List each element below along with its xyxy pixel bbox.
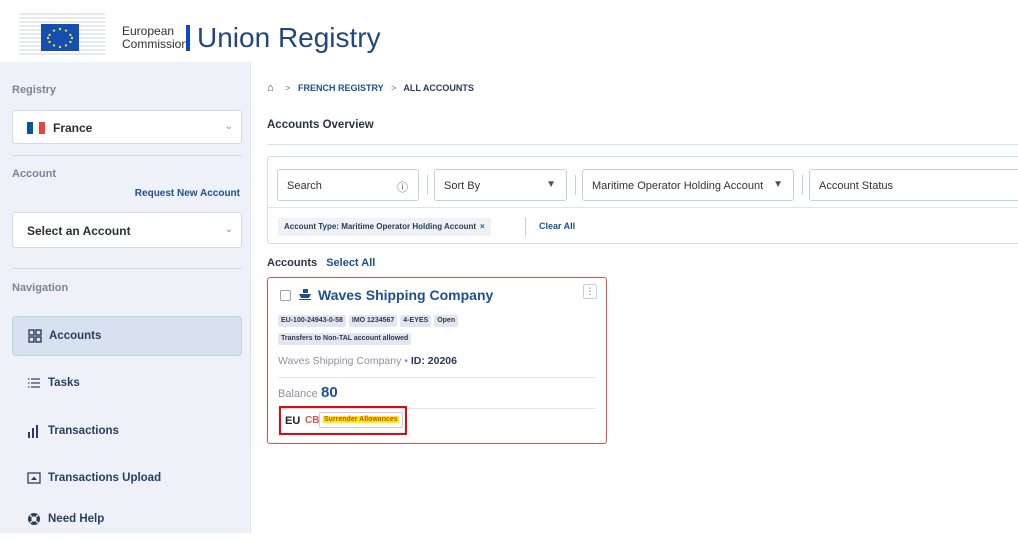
bar-chart-icon [27,424,41,438]
badge-account-number: EU-100-24943-0-58 [278,315,346,327]
account-status-label: Account Status [819,180,893,192]
caret-down-icon: ▼ [546,179,556,190]
main-content: ⌂ > FRENCH REGISTRY > ALL ACCOUNTS Accou… [251,62,1018,533]
surrender-allowances-tag: Surrender Allowances [319,412,403,428]
surrender-allowances-label: Surrender Allowances [323,416,399,423]
filter-chip-label: Account Type: Maritime Operator Holding … [284,222,477,231]
divider [427,175,428,195]
badge-transfers: Transfers to Non-TAL account allowed [278,333,412,345]
divider [268,207,1018,208]
account-label: Account [12,168,56,180]
nav-item-need-help[interactable]: Need Help [12,500,242,540]
accounts-header: Accounts Select All [267,257,375,269]
nav-label: Accounts [49,330,102,342]
account-holder: Waves Shipping Company [278,355,402,367]
filter-chip-account-type: Account Type: Maritime Operator Holding … [278,218,491,236]
filter-panel: Search ⓘ Sort By ▼ Maritime Operator Hol… [267,156,1018,244]
account-type-value: Maritime Operator Holding Account [592,180,764,192]
info-icon[interactable]: ⓘ [397,179,408,195]
list-icon [27,376,41,390]
account-id: ID: 20206 [410,355,457,367]
breadcrumb-french-registry[interactable]: FRENCH REGISTRY [298,83,384,93]
nav-item-accounts[interactable]: Accounts [12,316,242,356]
chevron-down-icon: ⌄ [224,224,233,235]
search-input[interactable]: Search ⓘ [277,169,419,201]
select-all-link[interactable]: Select All [326,257,375,269]
close-icon[interactable]: × [480,222,485,231]
badge-status: Open [434,315,459,327]
divider [575,175,576,195]
nav-item-transactions[interactable]: Transactions [12,412,242,452]
app-header: European Commission Union Registry [0,0,1018,62]
sidebar: Registry France ⌄ Account Request New Ac… [0,62,251,533]
highlight-annotation: EU CB Surrender Allowances [279,406,407,435]
nav-label: Tasks [48,377,80,389]
account-holder-line: Waves Shipping Company • ID: 20206 [278,355,457,367]
account-name[interactable]: Waves Shipping Company [318,287,493,303]
divider [12,268,242,269]
account-checkbox[interactable] [280,290,291,301]
ec-logo[interactable]: European Commission [19,11,188,55]
home-icon[interactable]: ⌂ [267,82,274,94]
header-divider [186,25,190,51]
eu-label: EU [285,415,301,427]
france-flag-icon [27,122,45,134]
navigation-label: Navigation [12,282,69,294]
page-title: Accounts Overview [267,119,374,131]
account-select-placeholder: Select an Account [27,224,131,238]
divider [267,144,1018,145]
nav-label: Transactions Upload [48,472,162,484]
ship-icon [298,288,312,303]
account-select[interactable]: Select an Account ⌄ [12,212,242,248]
more-options-icon[interactable]: ⋮ [583,284,597,299]
badge-imo: IMO 1234567 [348,315,398,327]
sort-by-select[interactable]: Sort By ▼ [434,169,567,201]
upload-icon [27,471,41,485]
registry-select[interactable]: France ⌄ [12,110,242,144]
chevron-down-icon: ⌄ [224,121,233,132]
registry-label: Registry [12,84,57,96]
app-title: Union Registry [197,22,381,53]
divider [525,217,526,237]
balance-value: 80 [321,384,338,401]
caret-down-icon: ▼ [773,179,783,190]
breadcrumb-separator: > [285,83,291,93]
nav-label: Need Help [48,513,105,525]
balance-label: Balance [278,388,318,400]
ets-cb-icon: CB [305,415,320,426]
breadcrumb: ⌂ > FRENCH REGISTRY > ALL ACCOUNTS [267,82,474,94]
account-badges: EU-100-24943-0-58 IMO 1234567 4-EYES Open [278,309,461,327]
divider [802,175,803,195]
sort-by-label: Sort By [444,180,481,192]
nav-item-tasks[interactable]: Tasks [12,364,242,404]
account-status-select[interactable]: Account Status ▲▼ [809,169,1018,201]
account-card[interactable]: Waves Shipping Company ⋮ EU-100-24943-0-… [267,277,607,444]
badge-four-eyes: 4-EYES [400,315,432,327]
divider [278,377,596,378]
grid-icon [28,329,42,343]
registry-value: France [53,121,93,135]
breadcrumb-separator: > [390,83,397,93]
nav-label: Transactions [48,425,119,437]
request-new-account-link[interactable]: Request New Account [135,188,240,199]
eu-flag-logo [19,11,105,55]
account-type-select[interactable]: Maritime Operator Holding Account ▼ [582,169,794,201]
divider [12,155,242,156]
accounts-title: Accounts [267,257,318,269]
lifebuoy-icon [27,512,41,526]
clear-all-link[interactable]: Clear All [539,221,575,231]
nav-item-transactions-upload[interactable]: Transactions Upload [12,459,242,499]
search-placeholder: Search [287,180,322,192]
org-name: European Commission [122,24,189,51]
breadcrumb-all-accounts: ALL ACCOUNTS [403,83,474,93]
